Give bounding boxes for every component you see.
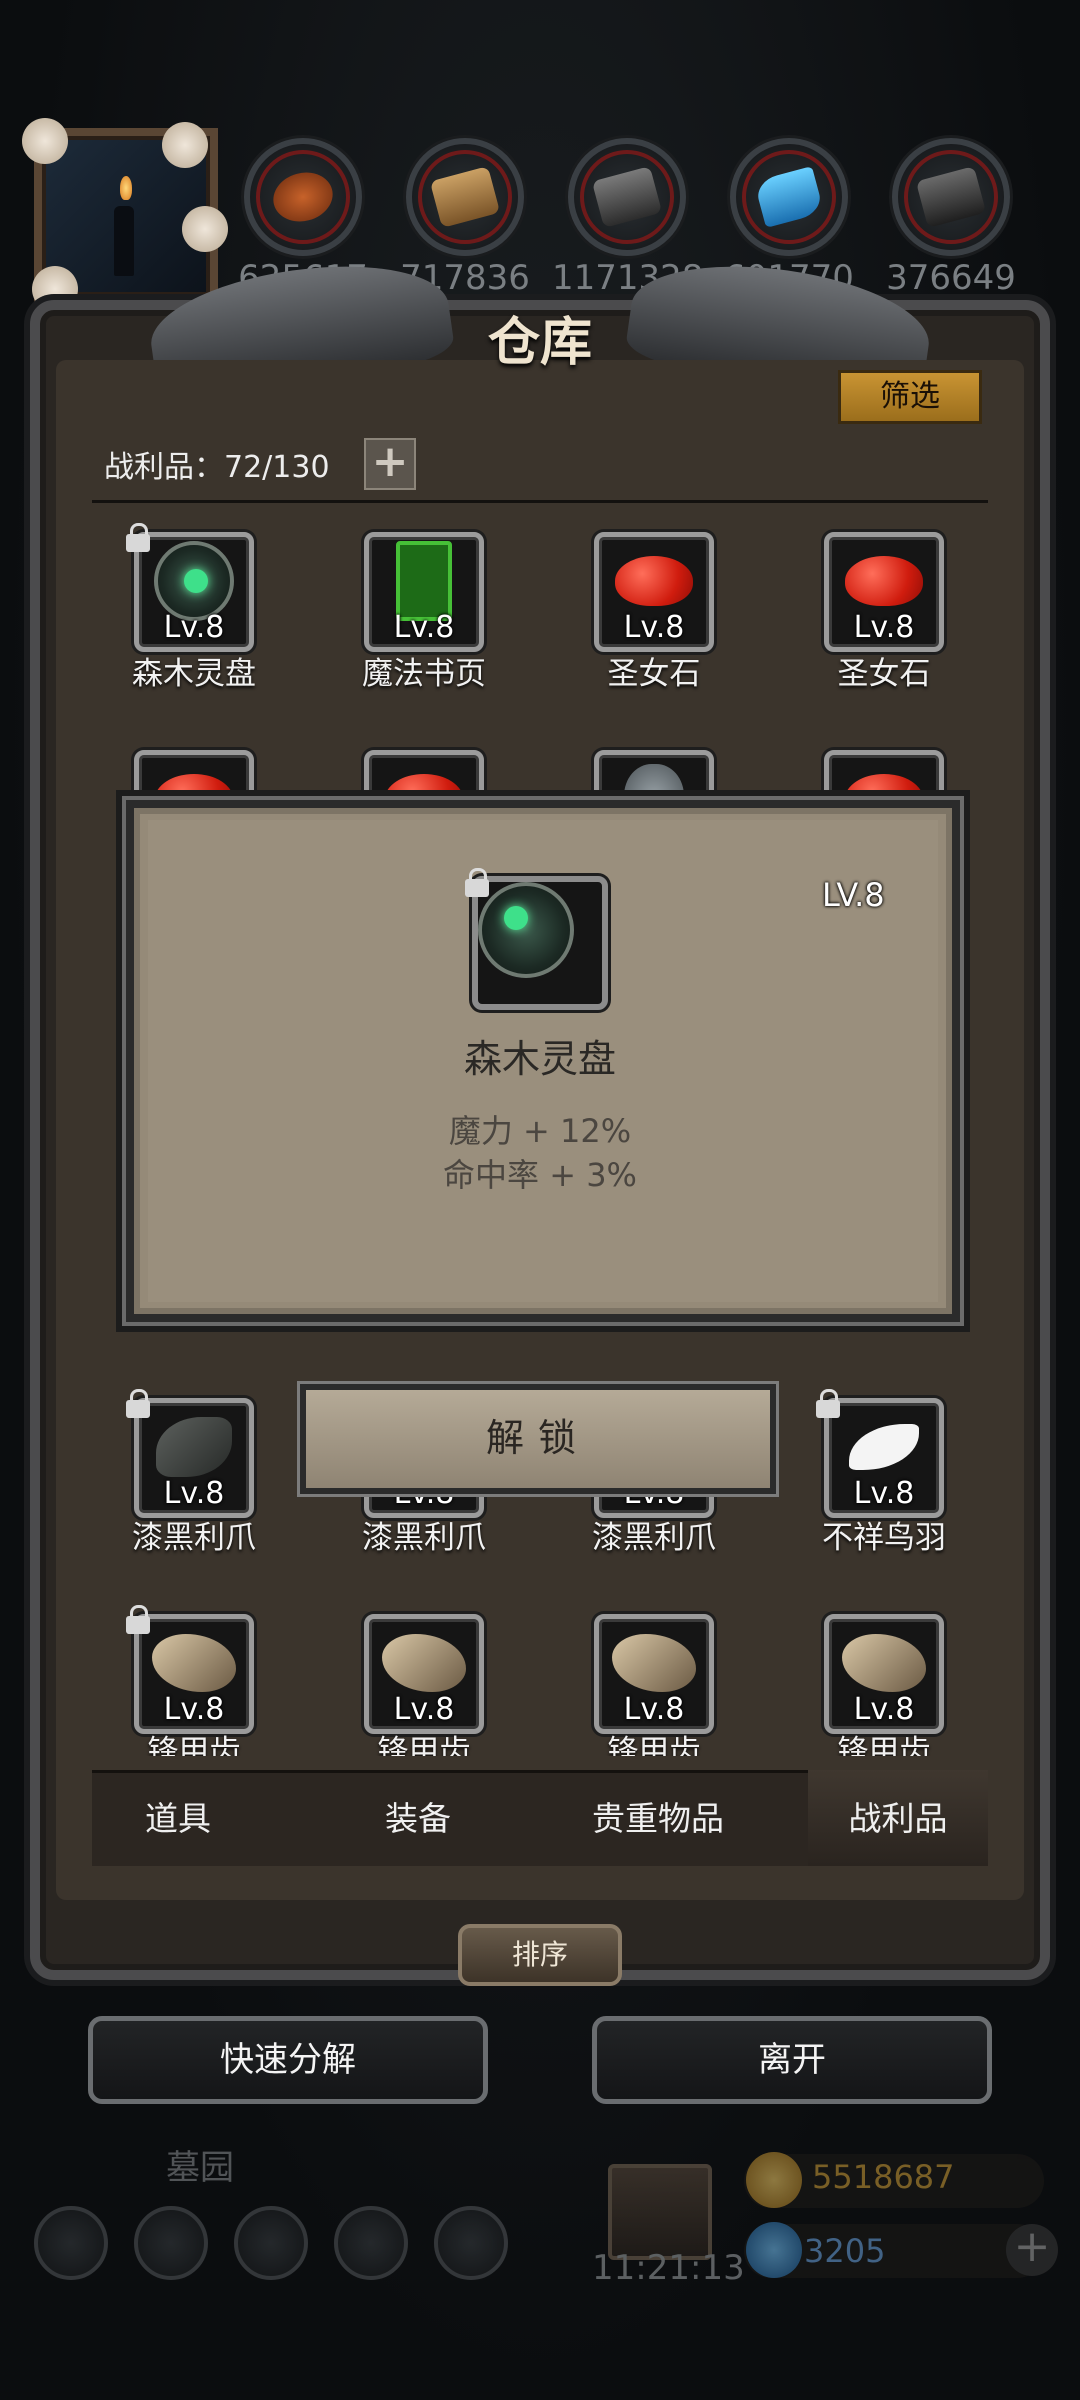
inventory-slot[interactable]: Lv.8 (126, 1605, 254, 1734)
item-level: Lv.8 (623, 610, 685, 645)
inventory-slot[interactable]: Lv.8 (364, 532, 484, 652)
item-level: Lv.8 (853, 1692, 915, 1727)
tab-valuables[interactable]: 贵重物品 (548, 1792, 768, 1840)
expand-capacity-button[interactable]: + (364, 438, 416, 490)
quick-decompose-button[interactable]: 快速分解 (88, 2016, 488, 2104)
tab-equipment[interactable]: 装备 (308, 1792, 528, 1840)
red-stone-icon (845, 556, 923, 606)
popup-level: LV.8 (822, 876, 885, 914)
page-title: 仓库 (487, 313, 592, 373)
item-level: Lv.8 (853, 610, 915, 645)
item-level: Lv.8 (163, 1692, 225, 1727)
item-name: 魔法书页 (362, 656, 486, 692)
popup-stat: 魔力 + 12% (448, 1112, 632, 1150)
tooth-icon (152, 1634, 236, 1692)
item-name: 圣女石 (607, 656, 701, 692)
filter-button[interactable]: 筛选 (838, 370, 982, 424)
countdown-timer: 11:21:13 (592, 2248, 745, 2288)
item-name: 锋甲齿 (837, 1734, 931, 1756)
sort-button[interactable]: 排序 (458, 1924, 622, 1986)
gem-icon (746, 2222, 802, 2278)
item-level: Lv.8 (393, 610, 455, 645)
tooth-icon (382, 1634, 466, 1692)
figure-silhouette-icon (114, 206, 134, 276)
lock-icon (125, 1389, 151, 1419)
inventory-slot[interactable]: Lv.8 (594, 532, 714, 652)
candle-flame-icon (120, 176, 132, 200)
gift-box-icon[interactable] (608, 2164, 712, 2260)
item-name: 不祥鸟羽 (822, 1520, 946, 1556)
item-name: 漆黑利爪 (132, 1520, 256, 1556)
popup-stat: 命中率 + 3% (443, 1156, 637, 1194)
add-currency-button[interactable]: + (1006, 2224, 1058, 2276)
inventory-slot[interactable]: Lv.8 (824, 532, 944, 652)
lock-icon (464, 868, 490, 898)
lock-icon (815, 1389, 841, 1419)
forest-disc-icon (478, 882, 574, 978)
menu-icon[interactable] (134, 2206, 208, 2280)
red-stone-icon (615, 556, 693, 606)
black-claw-icon (156, 1417, 232, 1477)
feather-icon (849, 1424, 919, 1470)
lock-icon (125, 1605, 151, 1635)
item-name: 漆黑利爪 (592, 1520, 716, 1556)
inventory-slot[interactable]: Lv.8 (594, 1614, 714, 1734)
inventory-slot[interactable]: Lv.8 (824, 1614, 944, 1734)
location-label: 墓园 (166, 2148, 234, 2188)
popup-item-name: 森木灵盘 (463, 1037, 616, 1081)
gem-amount: 3205 (804, 2232, 886, 2270)
item-level: Lv.8 (623, 1692, 685, 1727)
flower-decoration-icon (22, 118, 68, 164)
settings-gear-icon[interactable] (34, 2206, 108, 2280)
gold-coin-icon (746, 2152, 802, 2208)
resource-leather[interactable] (244, 138, 362, 256)
tab-items[interactable]: 道具 (68, 1792, 288, 1840)
item-name: 锋甲齿 (147, 1734, 241, 1756)
resource-wood[interactable] (406, 138, 524, 256)
tooth-icon (612, 1634, 696, 1692)
tooth-icon (842, 1634, 926, 1692)
divider (92, 500, 988, 503)
item-level: Lv.8 (853, 1476, 915, 1511)
inventory-slot[interactable]: Lv.8 (126, 1389, 254, 1518)
item-name: 森木灵盘 (132, 656, 256, 692)
resource-iron[interactable] (568, 138, 686, 256)
inventory-slot[interactable]: Lv.8 (816, 1389, 944, 1518)
inventory-slot[interactable]: Lv.8 (364, 1614, 484, 1734)
loot-capacity-label: 战利品：72/130 (104, 450, 330, 485)
mail-icon[interactable] (334, 2206, 408, 2280)
unlock-button[interactable]: 解锁 (300, 1384, 776, 1494)
item-name: 漆黑利爪 (362, 1520, 486, 1556)
item-level: Lv.8 (163, 610, 225, 645)
gold-amount: 5518687 (812, 2158, 955, 2196)
item-name: 圣女石 (837, 656, 931, 692)
item-name: 锋甲齿 (607, 1734, 701, 1756)
leave-button[interactable]: 离开 (592, 2016, 992, 2104)
magic-page-icon (396, 541, 452, 621)
item-level: Lv.8 (393, 1692, 455, 1727)
resource-dark-metal[interactable] (892, 138, 1010, 256)
item-level: Lv.8 (163, 1476, 225, 1511)
player-avatar[interactable] (22, 118, 228, 312)
lock-icon (125, 523, 151, 553)
resource-value: 376649 (886, 258, 1016, 298)
menu-icon[interactable] (434, 2206, 508, 2280)
menu-icon[interactable] (234, 2206, 308, 2280)
item-name: 锋甲齿 (377, 1734, 471, 1756)
flower-decoration-icon (162, 122, 208, 168)
forest-disc-icon (154, 541, 234, 621)
popup-item-slot (465, 868, 608, 1010)
resource-crystal[interactable] (730, 138, 848, 256)
tab-loot[interactable]: 战利品 (788, 1792, 1008, 1840)
flower-decoration-icon (182, 206, 228, 252)
inventory-slot[interactable]: Lv.8 (126, 523, 254, 652)
